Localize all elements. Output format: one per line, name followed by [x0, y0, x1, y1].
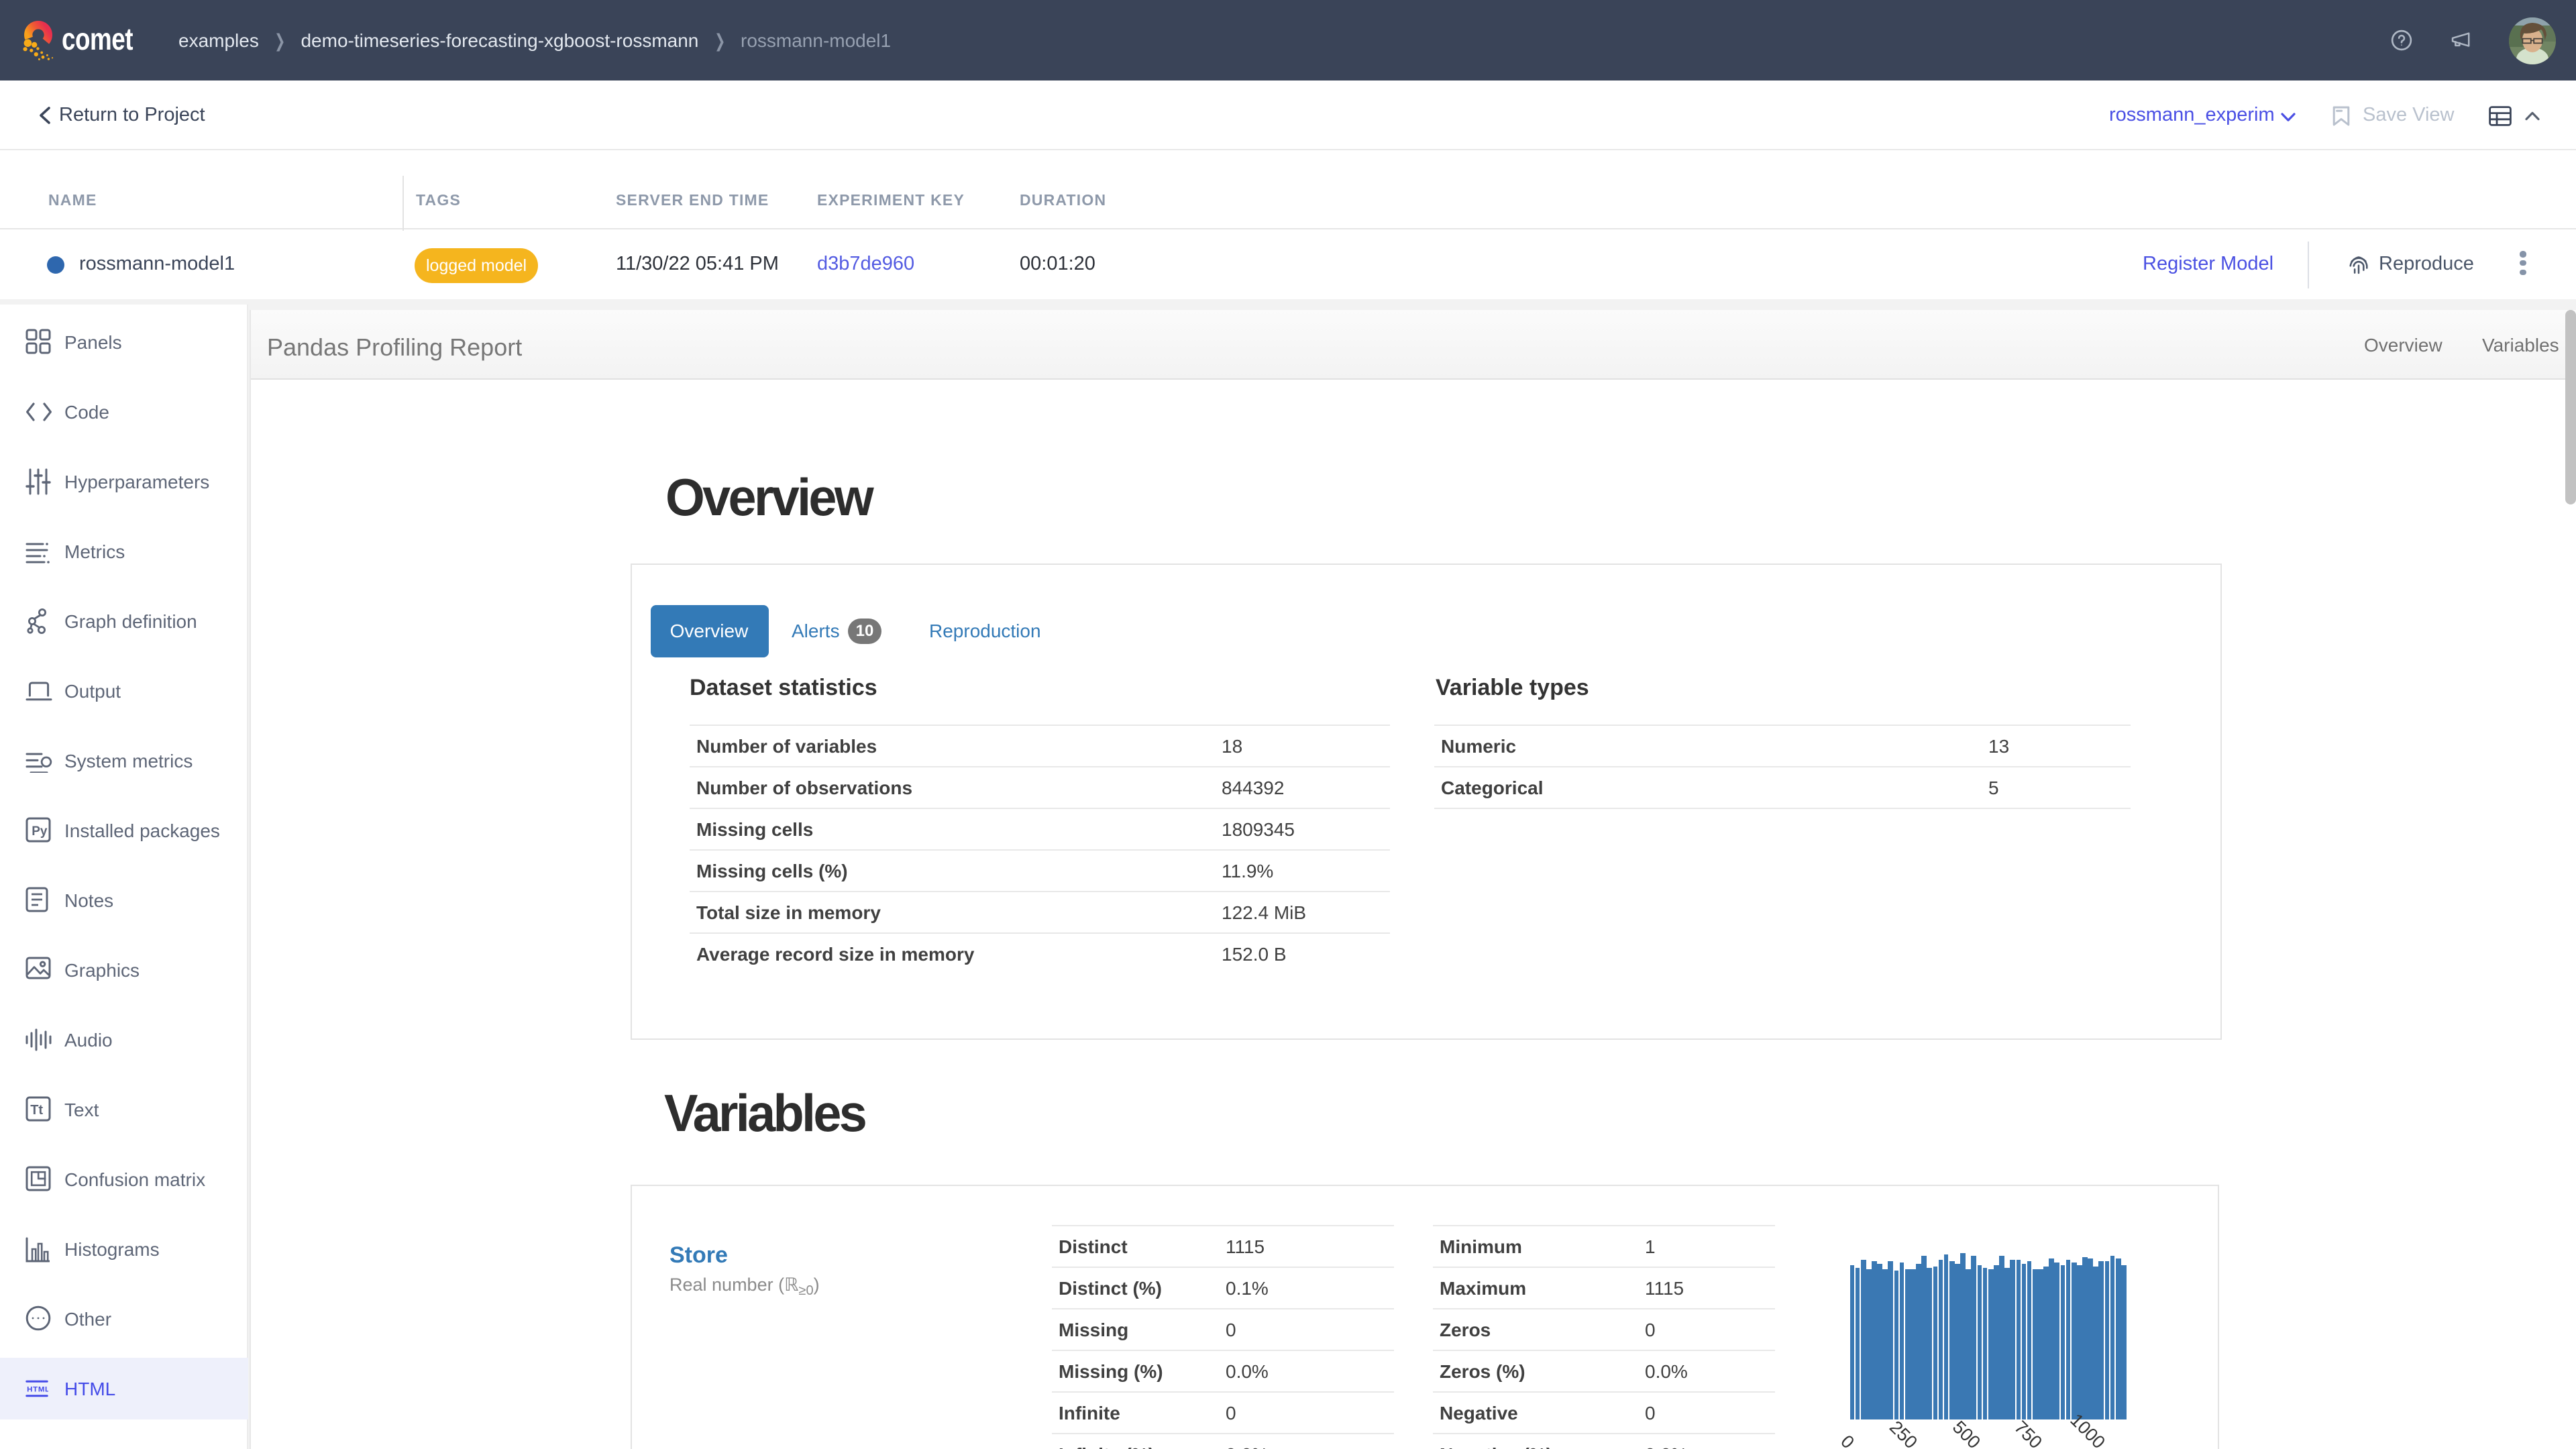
svg-text:HTML: HTML: [27, 1386, 48, 1394]
svg-text:Py: Py: [32, 824, 48, 839]
svg-text:Tt: Tt: [30, 1103, 43, 1118]
